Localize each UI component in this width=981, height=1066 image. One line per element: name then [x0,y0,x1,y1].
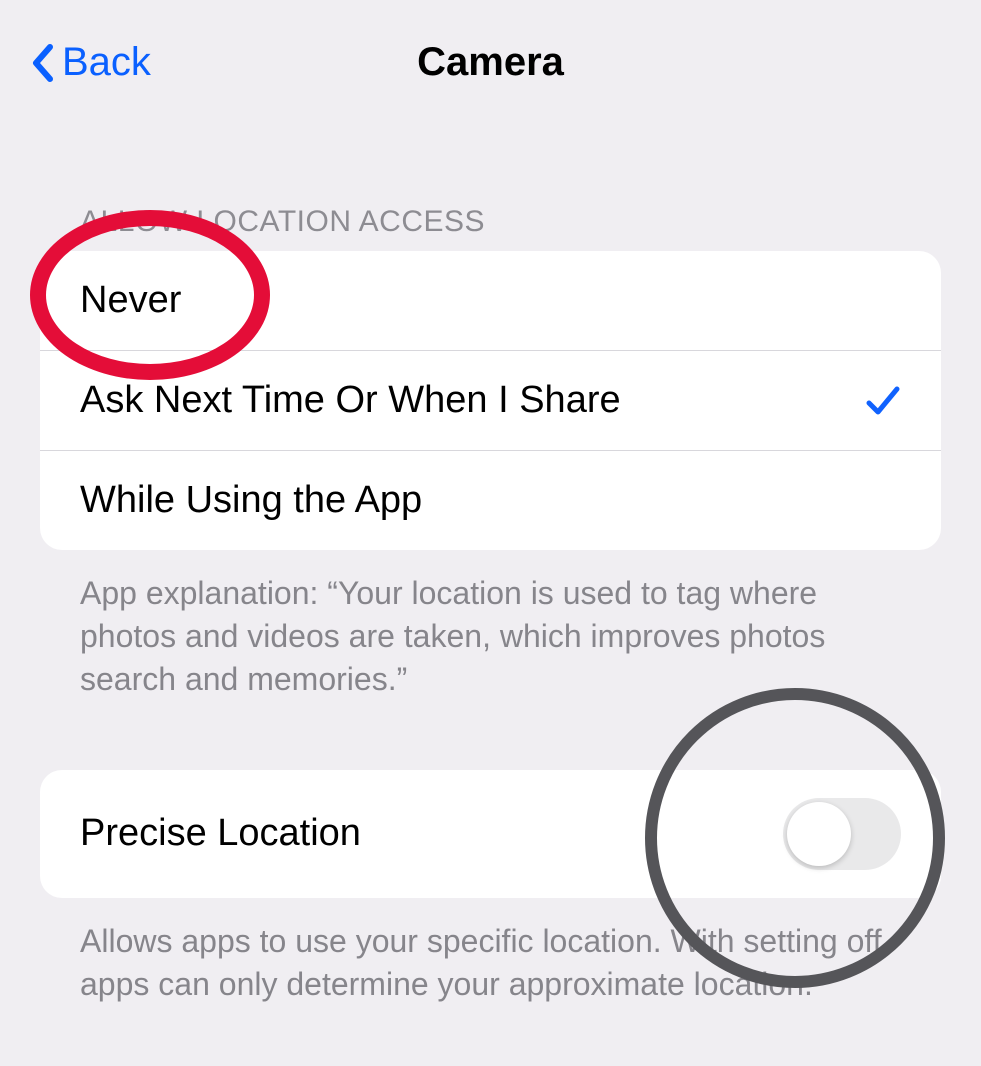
precise-location-group: Precise Location [40,770,941,898]
chevron-left-icon [30,43,54,83]
switch-knob [787,802,851,866]
option-ask-next-time[interactable]: Ask Next Time Or When I Share [40,350,941,450]
location-access-group: Never Ask Next Time Or When I Share Whil… [40,251,941,550]
checkmark-icon [865,383,901,419]
back-button[interactable]: Back [30,40,151,85]
option-never[interactable]: Never [40,251,941,350]
precise-location-explanation: Allows apps to use your specific locatio… [0,898,981,1006]
location-explanation: App explanation: “Your location is used … [0,550,981,702]
option-label: Never [80,279,181,322]
back-label: Back [62,40,151,85]
option-label: While Using the App [80,479,422,522]
precise-location-label: Precise Location [80,812,361,855]
page-title: Camera [417,40,564,85]
precise-location-toggle[interactable] [783,798,901,870]
nav-bar: Back Camera [0,0,981,105]
option-while-using[interactable]: While Using the App [40,450,941,550]
section-header-location: ALLOW LOCATION ACCESS [0,205,981,251]
option-label: Ask Next Time Or When I Share [80,379,621,422]
precise-location-row: Precise Location [40,770,941,898]
